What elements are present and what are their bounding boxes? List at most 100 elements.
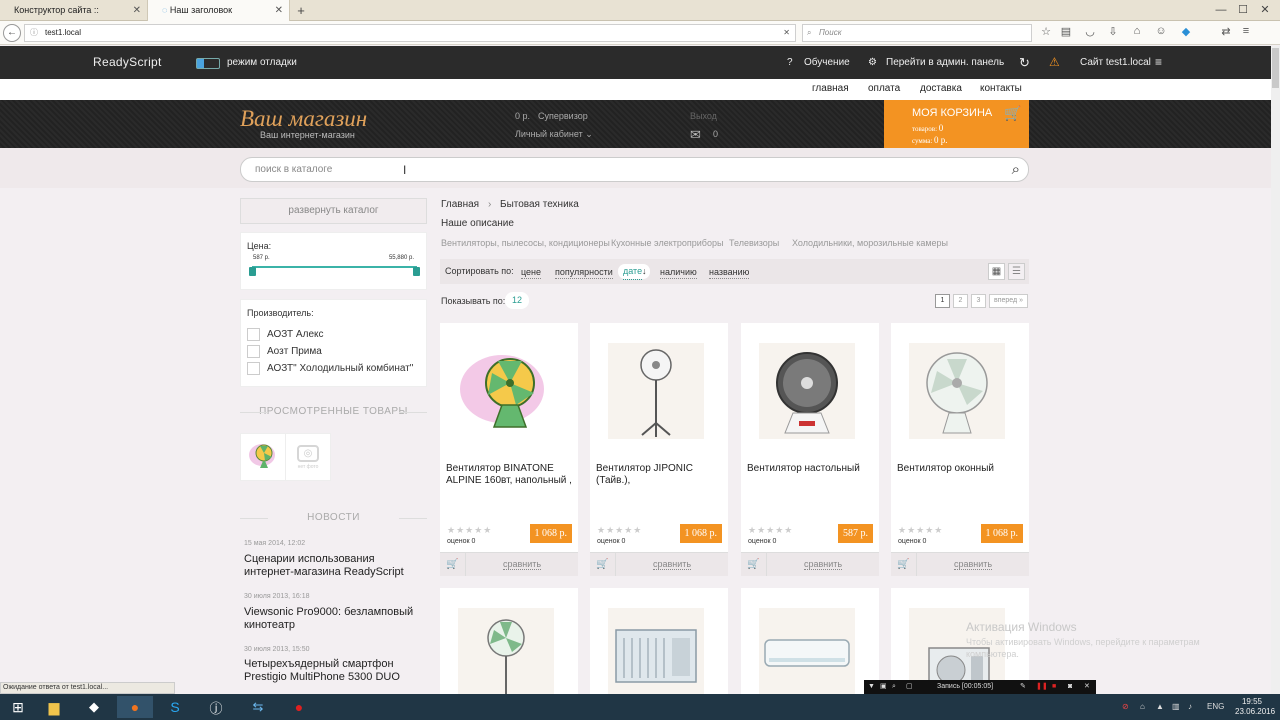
download-icon[interactable]: ⇩ <box>1105 25 1121 38</box>
file-explorer-icon[interactable]: ▆ <box>36 696 72 718</box>
maker-checkbox[interactable] <box>247 328 260 341</box>
page-2[interactable]: 2 <box>953 294 968 308</box>
logout-link[interactable]: Выход <box>690 111 717 121</box>
network-icon[interactable]: ▥ <box>1172 694 1180 720</box>
compare-button[interactable]: сравнить <box>767 553 879 576</box>
menu-item-payment[interactable]: оплата <box>868 83 900 94</box>
subcategory-link[interactable]: Кухонные электроприборы <box>611 238 723 248</box>
close-icon[interactable]: ✕ <box>133 0 141 21</box>
product-image[interactable] <box>458 343 554 439</box>
window-close-icon[interactable]: ✕ <box>1254 0 1276 21</box>
news-link[interactable]: Четырехъядерный смартфон Prestigio Multi… <box>244 658 424 684</box>
product-title[interactable]: Вентилятор оконный <box>897 463 1023 475</box>
price-slider-handle-max[interactable] <box>413 267 420 276</box>
firefox-icon[interactable]: ● <box>117 696 153 718</box>
subcategory-link[interactable]: Холодильники, морозильные камеры <box>792 238 948 248</box>
maximize-icon[interactable]: ☐ <box>1232 0 1254 21</box>
menu-item-delivery[interactable]: доставка <box>920 83 962 94</box>
news-link[interactable]: Сценарии использования интернет-магазина… <box>244 553 424 579</box>
compare-button[interactable]: сравнить <box>616 553 728 576</box>
pocket-icon[interactable]: ◡ <box>1082 25 1098 38</box>
stop-icon[interactable]: ✕ <box>783 25 790 41</box>
site-logo[interactable]: Ваш магазин <box>240 106 367 132</box>
warning-icon[interactable]: ⚠ <box>1049 46 1060 79</box>
browser-tab-admin[interactable]: Конструктор сайта :: Админи... ✕ <box>0 0 148 36</box>
maker-checkbox[interactable] <box>247 345 260 358</box>
recorder-pause-icon[interactable]: ❚❚ <box>1036 680 1048 694</box>
maker-name[interactable]: Аозт Прима <box>267 346 322 357</box>
new-tab-button[interactable]: + <box>290 0 312 21</box>
page-1[interactable]: 1 <box>935 294 950 308</box>
language-indicator[interactable]: ENG <box>1207 694 1224 720</box>
tray-icon[interactable]: ▲ <box>1156 694 1164 720</box>
subcategory-link[interactable]: Вентиляторы, пылесосы, кондиционеры <box>441 238 610 248</box>
recorder-close-icon[interactable]: ✕ <box>1084 680 1090 694</box>
mail-icon[interactable]: ✉ <box>690 127 701 143</box>
recorder-pen-icon[interactable]: ✎ <box>1020 680 1026 694</box>
viewed-product[interactable] <box>240 433 286 481</box>
product-image[interactable] <box>909 343 1005 439</box>
product-card[interactable] <box>590 588 728 694</box>
product-card[interactable] <box>440 588 578 694</box>
app-j-icon[interactable]: ⓙ <box>198 696 234 718</box>
back-icon[interactable]: ← <box>3 24 21 42</box>
maker-checkbox[interactable] <box>247 362 260 375</box>
product-card[interactable]: Вентилятор настольный ★★★★★ оценок 0 587… <box>741 323 879 576</box>
recorder-window-icon[interactable]: ▣ <box>880 680 887 694</box>
price-slider-handle-min[interactable] <box>249 267 256 276</box>
recorder-menu-icon[interactable]: ▼ <box>868 680 875 694</box>
admin-brand[interactable]: ReadyScript <box>93 46 162 79</box>
expand-catalog-button[interactable]: развернуть каталог <box>240 198 427 224</box>
per-page-select[interactable]: 12 <box>505 292 529 309</box>
reading-list-icon[interactable]: ▤ <box>1058 25 1074 38</box>
product-image[interactable] <box>608 608 704 694</box>
recorder-zoom-icon[interactable]: ⌕ <box>892 680 896 694</box>
sort-name[interactable]: названию <box>709 266 750 279</box>
rating-stars[interactable]: ★★★★★ <box>748 525 793 536</box>
subcategory-link[interactable]: Телевизоры <box>729 238 779 248</box>
sort-price[interactable]: цене <box>521 266 542 279</box>
volume-icon[interactable]: ♪ <box>1188 694 1192 720</box>
add-to-cart-icon[interactable]: 🛒 <box>741 553 767 576</box>
compare-button[interactable]: сравнить <box>917 553 1029 576</box>
tray-icon[interactable]: ⌂ <box>1140 694 1145 720</box>
product-card[interactable]: Вентилятор JIPONIC (Тайв.), ★★★★★ оценок… <box>590 323 728 576</box>
product-image[interactable] <box>759 608 855 694</box>
product-card[interactable]: Вентилятор оконный ★★★★★ оценок 0 1 068 … <box>891 323 1029 576</box>
hamburger-icon[interactable]: ≡ <box>1155 46 1162 79</box>
catalog-search-input[interactable]: поиск в каталоге ⌕ <box>240 157 1029 182</box>
site-selector[interactable]: Сайт test1.local <box>1080 46 1151 79</box>
teamviewer-icon[interactable]: ⇆ <box>240 696 276 718</box>
skype-icon[interactable]: S <box>157 696 193 718</box>
close-icon[interactable]: ✕ <box>275 0 283 21</box>
sort-popularity[interactable]: популярности <box>555 266 613 279</box>
scrollbar-thumb[interactable] <box>1272 48 1279 88</box>
page-scrollbar[interactable] <box>1271 46 1280 694</box>
compare-button[interactable]: сравнить <box>466 553 578 576</box>
home-icon[interactable]: ⌂ <box>1129 25 1145 37</box>
menu-item-home[interactable]: главная <box>812 83 849 94</box>
maker-name[interactable]: АОЗТ" Холодильный комбинат" <box>267 363 413 374</box>
tray-icon[interactable]: ⊘ <box>1122 694 1129 720</box>
list-view-icon[interactable]: ☰ <box>1008 263 1025 280</box>
product-title[interactable]: Вентилятор настольный <box>747 463 873 475</box>
recorder-stop-icon[interactable]: ■ <box>1052 680 1056 694</box>
news-link[interactable]: Viewsonic Pro9000: безламповый кинотеатр <box>244 606 424 632</box>
breadcrumb-home[interactable]: Главная <box>441 199 479 210</box>
product-image[interactable] <box>759 343 855 439</box>
app-icon[interactable]: ◆ <box>76 696 112 718</box>
product-card[interactable] <box>741 588 879 694</box>
tutorial-link[interactable]: Обучение <box>804 46 850 79</box>
viewed-product[interactable]: ◎ нет фото <box>285 433 331 481</box>
search-icon[interactable]: ⌕ <box>1012 158 1020 181</box>
minimize-icon[interactable]: — <box>1210 0 1232 21</box>
grid-view-icon[interactable]: ▦ <box>988 263 1005 280</box>
product-card[interactable]: Вентилятор BINATONE ALPINE 160вт, наполь… <box>440 323 578 576</box>
add-to-cart-icon[interactable]: 🛒 <box>891 553 917 576</box>
page-next[interactable]: вперед » <box>989 294 1028 308</box>
windows-start-icon[interactable]: ⊞ <box>0 696 36 718</box>
chat-icon[interactable]: ☺ <box>1153 25 1169 37</box>
bookmark-star-icon[interactable]: ☆ <box>1038 25 1054 38</box>
recorder-icon[interactable]: ● <box>281 696 317 718</box>
cabinet-link[interactable]: Личный кабинет ⌄ <box>515 129 593 140</box>
